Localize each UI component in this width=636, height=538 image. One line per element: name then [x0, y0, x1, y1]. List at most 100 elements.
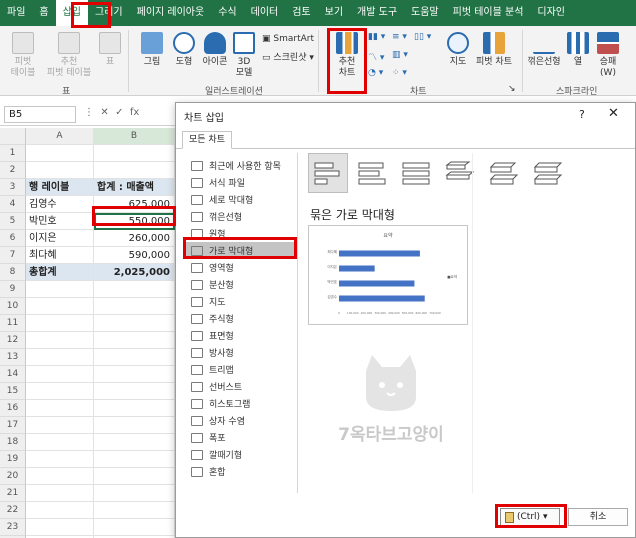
- subtype-stacked-bar[interactable]: [352, 153, 392, 193]
- sparkline-line-button[interactable]: 꺾은선형: [526, 32, 562, 68]
- row-header[interactable]: 16: [0, 400, 26, 417]
- cell-a23[interactable]: [26, 519, 94, 536]
- cell-a3[interactable]: 행 레이블: [26, 179, 94, 196]
- row-header[interactable]: 2: [0, 162, 26, 179]
- chart-type-item[interactable]: 원형: [186, 225, 296, 242]
- select-all-corner[interactable]: [0, 128, 26, 145]
- cell-a15[interactable]: [26, 383, 94, 400]
- pivot-chart-button[interactable]: 피벗 차트: [472, 32, 516, 68]
- cell-a4[interactable]: 김영수: [26, 196, 94, 213]
- chart-type-item[interactable]: 깔때기형: [186, 446, 296, 463]
- cell-a6[interactable]: 이지은: [26, 230, 94, 247]
- cell-a12[interactable]: [26, 332, 94, 349]
- tab-7[interactable]: 검토: [285, 0, 317, 26]
- row-header[interactable]: 22: [0, 502, 26, 519]
- cell-b21[interactable]: [94, 485, 175, 502]
- chart-type-item[interactable]: 주식형: [186, 310, 296, 327]
- tab-4[interactable]: 페이지 레이아웃: [130, 0, 212, 26]
- recommended-chart-button[interactable]: 추천 차트: [332, 32, 362, 79]
- cell-b12[interactable]: [94, 332, 175, 349]
- tab-2[interactable]: 삽입: [55, 0, 89, 26]
- row-header[interactable]: 8: [0, 264, 26, 281]
- tab-8[interactable]: 보기: [318, 0, 350, 26]
- row-header[interactable]: 9: [0, 281, 26, 298]
- cell-a7[interactable]: 최다혜: [26, 247, 94, 264]
- chart-type-item[interactable]: 영역형: [186, 259, 296, 276]
- chart-type-item[interactable]: 가로 막대형: [186, 242, 296, 259]
- cell-b10[interactable]: [94, 298, 175, 315]
- sparkline-winloss-button[interactable]: 승패 (W): [596, 32, 620, 79]
- chart-type-item[interactable]: 히스토그램: [186, 395, 296, 412]
- cell-b9[interactable]: [94, 281, 175, 298]
- cell-b6[interactable]: 260,000: [94, 230, 175, 247]
- chart-dialog-launcher-icon[interactable]: ↘: [508, 84, 516, 94]
- screenshot-button[interactable]: ▭ 스크린샷 ▾: [262, 50, 314, 63]
- tab-6[interactable]: 데이터: [244, 0, 286, 26]
- row-header[interactable]: 23: [0, 519, 26, 536]
- chart-type-item[interactable]: 세로 막대형: [186, 191, 296, 208]
- cell-b14[interactable]: [94, 366, 175, 383]
- column-header-a[interactable]: A: [26, 128, 94, 145]
- cell-b18[interactable]: [94, 434, 175, 451]
- tab-12[interactable]: 디자인: [530, 0, 572, 26]
- cell-b22[interactable]: [94, 502, 175, 519]
- chart-type-item[interactable]: 최근에 사용한 항목: [186, 157, 296, 174]
- row-header[interactable]: 1: [0, 145, 26, 162]
- cell-a2[interactable]: [26, 162, 94, 179]
- cell-a13[interactable]: [26, 349, 94, 366]
- cell-b23[interactable]: [94, 519, 175, 536]
- chart-type-item[interactable]: 혼합: [186, 463, 296, 480]
- cell-b13[interactable]: [94, 349, 175, 366]
- cell-a21[interactable]: [26, 485, 94, 502]
- row-header[interactable]: 12: [0, 332, 26, 349]
- cell-a9[interactable]: [26, 281, 94, 298]
- tab-10[interactable]: 도움말: [404, 0, 446, 26]
- chart-type-item[interactable]: 분산형: [186, 276, 296, 293]
- cell-a10[interactable]: [26, 298, 94, 315]
- cell-a8[interactable]: 총합계: [26, 264, 94, 281]
- sparkline-column-button[interactable]: 열: [566, 32, 590, 68]
- chart-type-item[interactable]: 표면형: [186, 327, 296, 344]
- cell-a5[interactable]: 박민호: [26, 213, 94, 230]
- row-header[interactable]: 21: [0, 485, 26, 502]
- 3d-model-button[interactable]: 3D 모델: [232, 32, 256, 79]
- cell-a20[interactable]: [26, 468, 94, 485]
- chart-preview[interactable]: 요약 최다혜 이지은 박민호 김영수 0 100,000 200,000 300,000 400,…: [308, 225, 468, 325]
- column-header-b[interactable]: B: [94, 128, 175, 145]
- stat-chart-dropdown[interactable]: ▥ ▾: [392, 50, 408, 60]
- row-header[interactable]: 5: [0, 213, 26, 230]
- icons-button[interactable]: 아이콘: [200, 32, 230, 68]
- cell-b20[interactable]: [94, 468, 175, 485]
- cell-b5[interactable]: 550,000: [94, 213, 175, 230]
- scatter-chart-dropdown[interactable]: ⁘ ▾: [392, 68, 407, 78]
- line-chart-dropdown[interactable]: 〽 ▾: [368, 50, 384, 63]
- row-header[interactable]: 4: [0, 196, 26, 213]
- chart-type-item[interactable]: 방사형: [186, 344, 296, 361]
- name-box[interactable]: B5: [4, 106, 76, 123]
- row-header[interactable]: 18: [0, 434, 26, 451]
- row-header[interactable]: 13: [0, 349, 26, 366]
- row-header[interactable]: 15: [0, 383, 26, 400]
- cell-a14[interactable]: [26, 366, 94, 383]
- cell-a17[interactable]: [26, 417, 94, 434]
- tab-11[interactable]: 피벗 테이블 분석: [446, 0, 531, 26]
- tab-all-charts[interactable]: 모든 차트: [182, 131, 232, 149]
- help-button[interactable]: ?: [579, 108, 585, 121]
- hierarchy-chart-dropdown[interactable]: ▯▯ ▾: [414, 32, 431, 42]
- row-header[interactable]: 14: [0, 366, 26, 383]
- cell-b8[interactable]: 2,025,000: [94, 264, 175, 281]
- cell-b7[interactable]: 590,000: [94, 247, 175, 264]
- row-header[interactable]: 7: [0, 247, 26, 264]
- chart-type-item[interactable]: 폭포: [186, 429, 296, 446]
- cell-a1[interactable]: [26, 145, 94, 162]
- cell-a22[interactable]: [26, 502, 94, 519]
- paste-options-button[interactable]: (Ctrl) ▾: [500, 508, 560, 526]
- picture-button[interactable]: 그림: [138, 32, 166, 68]
- subtype-100-stacked-bar[interactable]: [396, 153, 436, 193]
- cell-a11[interactable]: [26, 315, 94, 332]
- cell-b19[interactable]: [94, 451, 175, 468]
- smartart-button[interactable]: ▣ SmartArt: [262, 34, 314, 44]
- cell-b1[interactable]: [94, 145, 175, 162]
- tab-1[interactable]: 홈: [32, 0, 55, 26]
- chart-type-item[interactable]: 서식 파일: [186, 174, 296, 191]
